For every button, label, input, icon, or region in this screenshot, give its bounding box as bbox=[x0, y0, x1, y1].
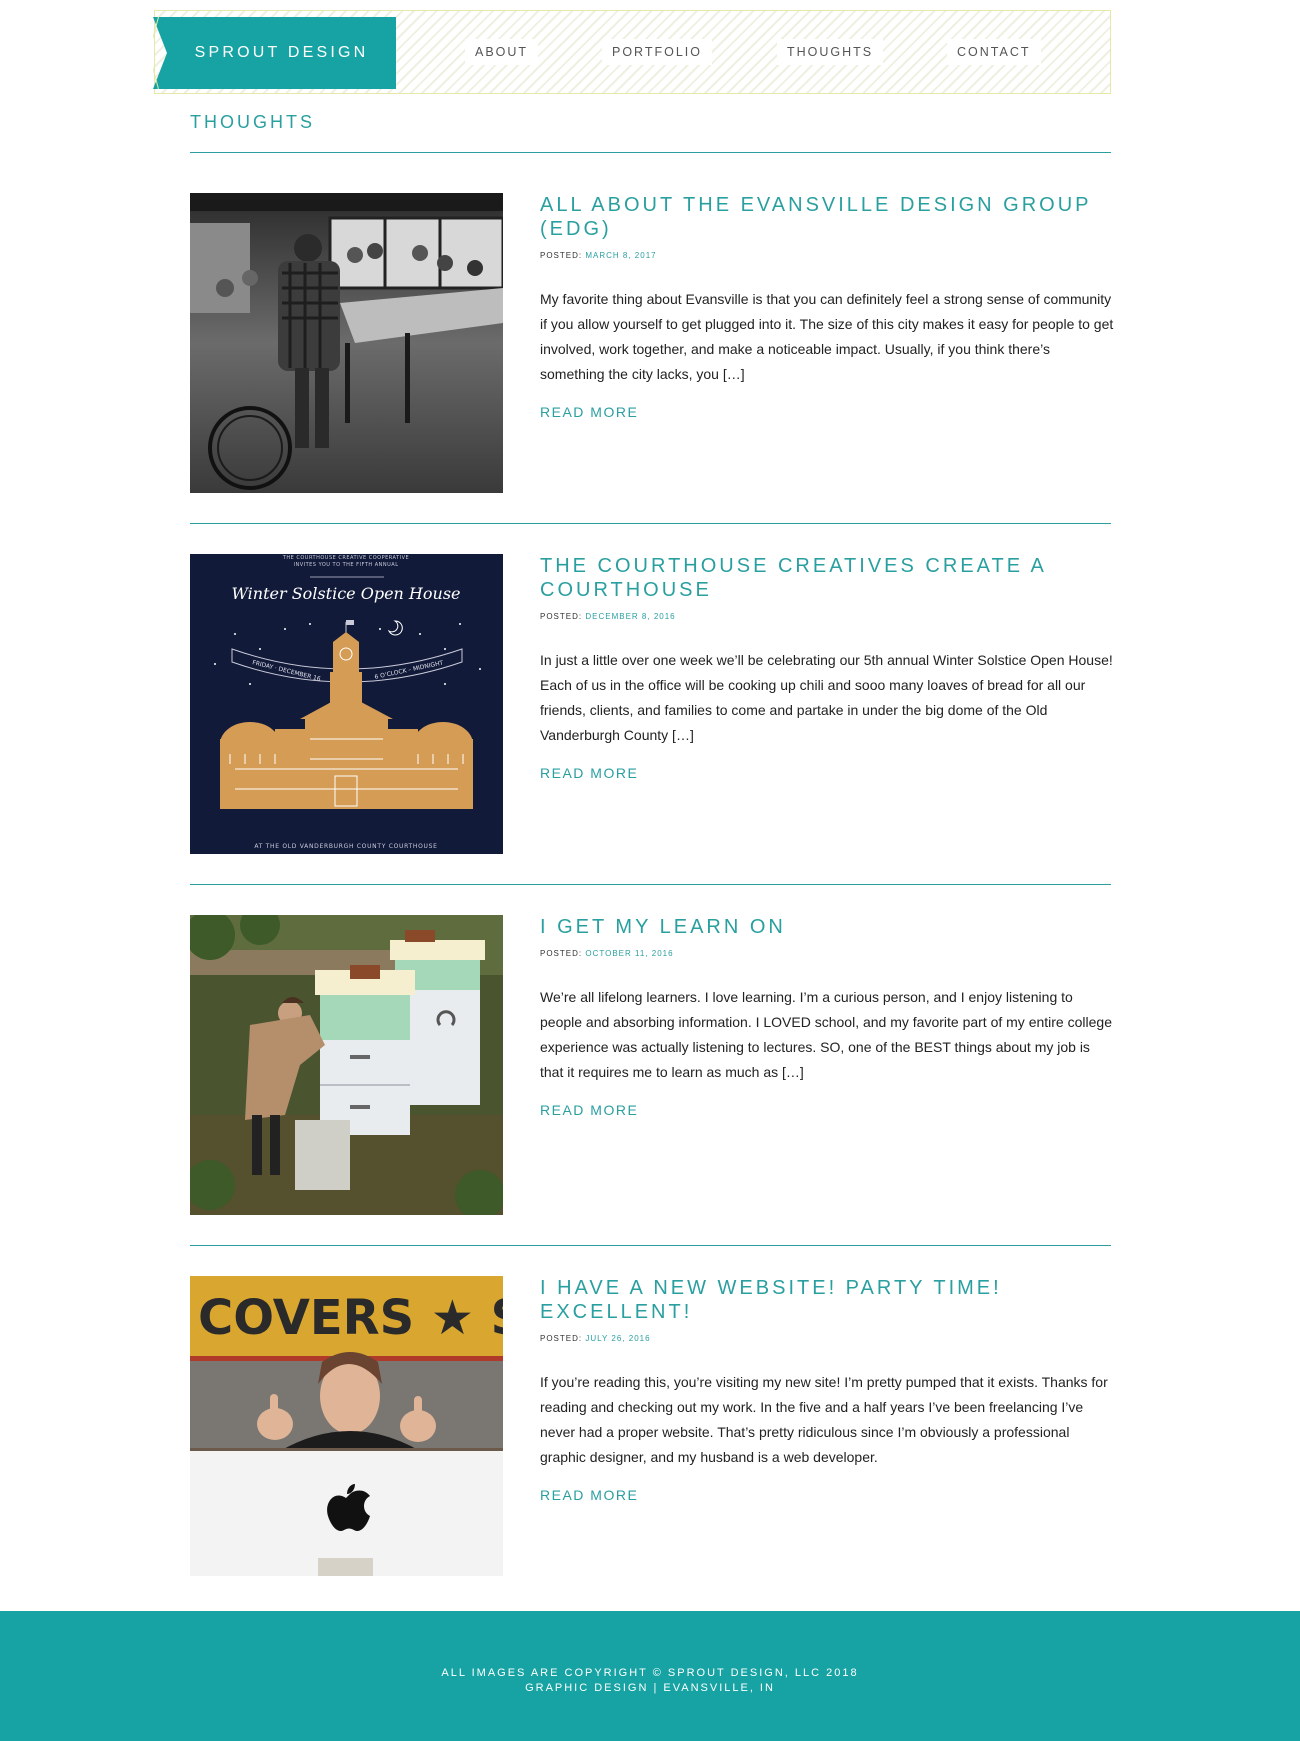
footer-tagline: GRAPHIC DESIGN | EVANSVILLE, IN bbox=[525, 1682, 775, 1694]
posted-label: POSTED: bbox=[540, 251, 583, 260]
post-body: ALL ABOUT THE EVANSVILLE DESIGN GROUP (E… bbox=[540, 193, 1115, 422]
read-more-link[interactable]: READ MORE bbox=[540, 765, 638, 781]
read-more-link[interactable]: READ MORE bbox=[540, 1487, 638, 1503]
beehive-photo bbox=[190, 915, 503, 1215]
poster-bottom-line: AT THE OLD VANDERBURGH COUNTY COURTHOUSE bbox=[254, 843, 437, 850]
divider bbox=[190, 152, 1111, 153]
nav-portfolio[interactable]: PORTFOLIO bbox=[602, 39, 713, 65]
meeting-photo bbox=[190, 193, 503, 493]
nav-thoughts[interactable]: THOUGHTS bbox=[777, 39, 884, 65]
post-body: I HAVE A NEW WEBSITE! PARTY TIME! EXCELL… bbox=[540, 1276, 1115, 1505]
site-footer: ALL IMAGES ARE COPYRIGHT © SPROUT DESIGN… bbox=[0, 1611, 1300, 1741]
post-title[interactable]: THE COURTHOUSE CREATIVES CREATE A COURTH… bbox=[540, 554, 1115, 602]
divider bbox=[190, 1245, 1111, 1246]
post-meta: POSTED: MARCH 8, 2017 bbox=[540, 251, 1115, 260]
nav-about[interactable]: ABOUT bbox=[465, 39, 539, 65]
sign-text: COVERS ★ SP bbox=[198, 1290, 503, 1346]
posted-label: POSTED: bbox=[540, 1334, 583, 1343]
poster-headline: Winter Solstice Open House bbox=[232, 584, 461, 603]
post-thumbnail-new-website[interactable]: COVERS ★ SP bbox=[190, 1276, 503, 1576]
posted-label: POSTED: bbox=[540, 612, 583, 621]
new-website-photo: COVERS ★ SP bbox=[190, 1276, 503, 1576]
page-title: THOUGHTS bbox=[190, 112, 315, 132]
post-title[interactable]: ALL ABOUT THE EVANSVILLE DESIGN GROUP (E… bbox=[540, 193, 1115, 241]
posted-label: POSTED: bbox=[540, 949, 583, 958]
post-date[interactable]: OCTOBER 11, 2016 bbox=[585, 949, 673, 958]
post-item: THE COURTHOUSE CREATIVE COOPERATIVE INVI… bbox=[190, 554, 1113, 854]
poster-top-line-1: THE COURTHOUSE CREATIVE COOPERATIVE bbox=[282, 555, 409, 561]
post-date[interactable]: MARCH 8, 2017 bbox=[585, 251, 656, 260]
post-item: ALL ABOUT THE EVANSVILLE DESIGN GROUP (E… bbox=[190, 193, 1113, 493]
post-title[interactable]: I HAVE A NEW WEBSITE! PARTY TIME! EXCELL… bbox=[540, 1276, 1115, 1324]
main-nav: ABOUT PORTFOLIO THOUGHTS CONTACT bbox=[155, 11, 1110, 93]
post-meta: POSTED: DECEMBER 8, 2016 bbox=[540, 612, 1115, 621]
nav-contact[interactable]: CONTACT bbox=[947, 39, 1041, 65]
post-excerpt: In just a little over one week we’ll be … bbox=[540, 652, 1113, 743]
post-item: COVERS ★ SP I HAVE A NEW WEBSITE! PARTY … bbox=[190, 1276, 1111, 1576]
read-more-link[interactable]: READ MORE bbox=[540, 404, 638, 420]
post-excerpt: If you’re reading this, you’re visiting … bbox=[540, 1374, 1108, 1465]
read-more-link[interactable]: READ MORE bbox=[540, 1102, 638, 1118]
post-body: THE COURTHOUSE CREATIVES CREATE A COURTH… bbox=[540, 554, 1115, 783]
divider bbox=[190, 523, 1111, 524]
footer-copyright: ALL IMAGES ARE COPYRIGHT © SPROUT DESIGN… bbox=[441, 1667, 859, 1679]
post-thumbnail-courthouse[interactable]: THE COURTHOUSE CREATIVE COOPERATIVE INVI… bbox=[190, 554, 503, 854]
post-meta: POSTED: OCTOBER 11, 2016 bbox=[540, 949, 1115, 958]
post-body: I GET MY LEARN ON POSTED: OCTOBER 11, 20… bbox=[540, 915, 1115, 1120]
post-excerpt: My favorite thing about Evansville is th… bbox=[540, 291, 1114, 382]
post-title[interactable]: I GET MY LEARN ON bbox=[540, 915, 1115, 939]
poster-top-line-2: INVITES YOU TO THE FIFTH ANNUAL bbox=[293, 562, 398, 568]
post-excerpt: We’re all lifelong learners. I love lear… bbox=[540, 989, 1112, 1080]
post-meta: POSTED: JULY 26, 2016 bbox=[540, 1334, 1115, 1343]
site-header: SPROUT DESIGN ABOUT PORTFOLIO THOUGHTS C… bbox=[153, 10, 1111, 94]
post-thumbnail-edg[interactable] bbox=[190, 193, 503, 493]
post-thumbnail-beehives[interactable] bbox=[190, 915, 503, 1215]
divider bbox=[190, 884, 1111, 885]
post-date[interactable]: JULY 26, 2016 bbox=[585, 1334, 650, 1343]
post-item: I GET MY LEARN ON POSTED: OCTOBER 11, 20… bbox=[190, 915, 1112, 1215]
post-date[interactable]: DECEMBER 8, 2016 bbox=[585, 612, 675, 621]
open-house-poster: THE COURTHOUSE CREATIVE COOPERATIVE INVI… bbox=[190, 554, 503, 854]
